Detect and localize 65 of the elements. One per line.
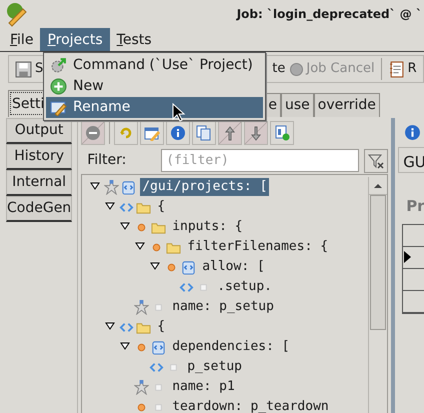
expander-icon[interactable]: [105, 202, 116, 212]
tree-node-label[interactable]: teardown: p_teardown: [170, 398, 331, 413]
expander-icon[interactable]: [135, 242, 146, 252]
side-tab[interactable]: Output: [6, 118, 72, 144]
tree-node-label[interactable]: {: [155, 318, 168, 336]
side-tab[interactable]: History: [6, 144, 72, 170]
tool-button[interactable]: [114, 120, 138, 144]
tool-button[interactable]: [140, 120, 164, 144]
star-icon: [134, 380, 150, 394]
tree-node-label[interactable]: dependencies: [: [170, 338, 292, 356]
menu-item[interactable]: Tests: [110, 28, 159, 51]
star-icon: [104, 180, 120, 194]
tree-node-label[interactable]: .setup.: [215, 278, 274, 296]
script-icon: [181, 260, 196, 274]
expander-icon[interactable]: [150, 262, 160, 272]
notepad-icon: [388, 60, 405, 78]
expander-icon[interactable]: [105, 322, 116, 332]
expander-icon[interactable]: [120, 222, 130, 232]
toolbar-button[interactable]: te: [271, 59, 286, 79]
tree-node-label[interactable]: {: [155, 198, 168, 216]
menu-item[interactable]: File: [3, 28, 40, 51]
script-icon: [151, 340, 166, 354]
row-pointer-icon: [403, 250, 412, 264]
edit-icon: [144, 124, 160, 140]
tool-button[interactable]: [166, 120, 190, 144]
menu-item[interactable]: Rename: [46, 97, 263, 118]
window-title: Job: `login_deprecated` @ `: [236, 6, 422, 23]
scrollbar-thumb[interactable]: [370, 195, 386, 330]
side-tab[interactable]: CodeGen: [6, 196, 72, 222]
plus-icon: [50, 78, 67, 95]
gear-icon: [50, 57, 67, 74]
script-icon: [121, 180, 136, 194]
toolbar-button[interactable]: R: [386, 59, 418, 79]
side-tab[interactable]: Internal: [6, 170, 72, 196]
tab[interactable]: override: [314, 93, 380, 117]
toolbar-button[interactable]: S: [14, 59, 44, 79]
tree-node-label[interactable]: allow: [: [200, 258, 267, 276]
tool-button[interactable]: [270, 120, 294, 144]
remove-icon: [85, 124, 102, 140]
info-icon: [404, 124, 422, 141]
tree-node-label[interactable]: /gui/projects: [: [140, 178, 270, 196]
expander-icon[interactable]: [120, 342, 130, 352]
copy-icon: [196, 124, 212, 140]
clear-filter-button[interactable]: [364, 148, 388, 172]
mouse-cursor-icon: [172, 103, 186, 123]
star-icon: [134, 300, 150, 314]
save-icon: [15, 60, 32, 78]
filter-clear-icon: [368, 152, 384, 168]
filter-label: Filter:: [86, 151, 128, 170]
tree-node-label[interactable]: p_setup: [185, 358, 244, 376]
expander-icon[interactable]: [90, 182, 100, 192]
menu-item[interactable]: Projects: [40, 28, 110, 51]
tool-button[interactable]: [192, 120, 216, 144]
add-icon: [274, 124, 290, 140]
tree-node-label[interactable]: name: p1: [170, 378, 237, 396]
up-arrow-icon: [373, 182, 384, 190]
filter-field[interactable]: (filter): [161, 149, 360, 172]
menu-item[interactable]: Command (`Use` Project): [46, 55, 263, 76]
rename-icon: [50, 99, 67, 116]
tree-node-label[interactable]: name: p_setup: [170, 298, 276, 316]
info-icon: [170, 124, 186, 140]
tree-node-label[interactable]: filterFilenames: {: [185, 238, 330, 256]
tree-node-label[interactable]: inputs: {: [170, 218, 245, 236]
menu-item[interactable]: New: [46, 76, 263, 97]
tab[interactable]: use: [281, 93, 314, 117]
